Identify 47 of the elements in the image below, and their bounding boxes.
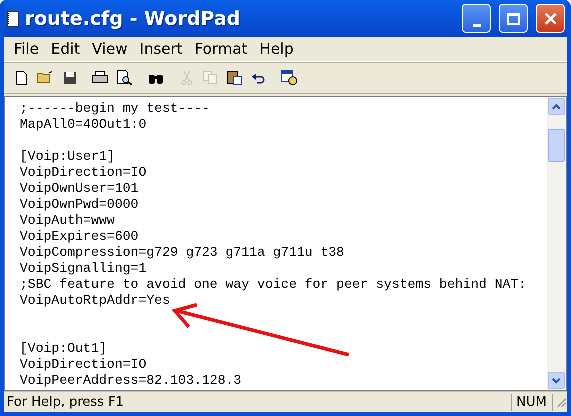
scroll-thumb[interactable] <box>548 129 565 162</box>
scroll-up-button[interactable] <box>548 98 565 115</box>
scroll-down-button[interactable] <box>548 372 565 389</box>
menu-item[interactable]: View <box>86 40 134 58</box>
window-title: route.cfg - WordPad <box>25 8 242 30</box>
blank-page-icon <box>16 70 28 86</box>
up-chevron-icon <box>552 104 561 110</box>
text-line: VoipAutoRtpAddr=Yes <box>20 293 172 309</box>
text-line: VoipCompression=g729 g723 g711a g711u t38 <box>20 245 346 261</box>
menu-item[interactable]: Format <box>188 40 254 58</box>
resize-grip-icon <box>555 396 567 408</box>
text-line: VoipAuth=www <box>20 213 116 229</box>
text-line: VoipOwnUser=101 <box>20 181 140 197</box>
printer-icon <box>92 71 109 85</box>
text-line: VoipSignalling=1 <box>20 261 148 277</box>
menu-item[interactable]: Help <box>254 40 300 58</box>
scissors-icon <box>180 70 192 86</box>
menu-item[interactable]: Insert <box>134 40 189 58</box>
text-line: VoipPeerAddress=82.103.128.3 <box>20 373 243 389</box>
copy-pages-icon <box>202 71 218 85</box>
status-text: For Help, press F1 <box>6 394 126 410</box>
scrollbar[interactable] <box>547 97 566 390</box>
text-line: VoipDirection=IO <box>20 165 148 181</box>
text-line: VoipExpires=600 <box>20 229 140 245</box>
close-button[interactable] <box>536 4 565 33</box>
document-icon <box>7 10 19 26</box>
text-line: VoipDirection=IO <box>20 357 148 373</box>
menu-item[interactable]: File <box>8 40 46 58</box>
calendar-clock-icon <box>281 70 298 86</box>
maximize-button[interactable] <box>499 4 528 33</box>
text-line: [Voip:Out1] <box>20 341 108 357</box>
maximize-icon <box>506 12 520 26</box>
text-line: MapAll0=40Out1:0 <box>20 117 148 133</box>
text-line: ;SBC feature to avoid one way voice for peer systems behind NAT: <box>20 277 528 293</box>
text-line: [Voip:User1] <box>20 149 116 165</box>
clipboard-icon <box>226 70 242 86</box>
text-line: ;------begin my test---- <box>20 101 211 117</box>
down-chevron-icon <box>552 378 561 384</box>
folder-icon <box>37 71 54 85</box>
minimize-button[interactable] <box>462 4 491 33</box>
minimize-icon <box>472 24 480 27</box>
menu-item[interactable]: Edit <box>45 40 86 58</box>
page-magnifier-icon <box>116 70 132 86</box>
close-icon <box>544 12 558 26</box>
text-line: VoipOwnPwd=0000 <box>20 197 140 213</box>
status-panel: NUM <box>510 394 553 410</box>
curved-arrow-icon <box>251 72 266 84</box>
